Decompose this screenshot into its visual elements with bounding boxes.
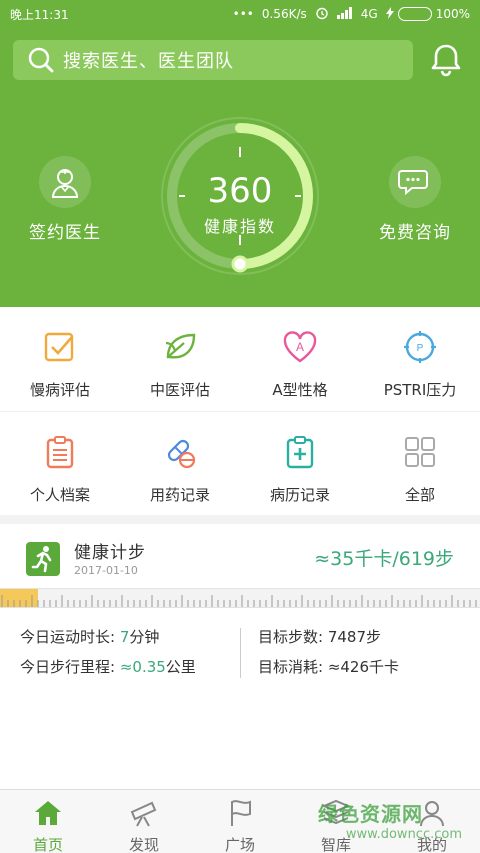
health-score: 360: [207, 171, 273, 211]
stat-duration-unit: 分钟: [129, 628, 160, 646]
alarm-icon: [315, 6, 329, 23]
grid-item-label: A型性格: [272, 381, 328, 399]
grid-item-pstri[interactable]: P PSTRI压力: [360, 307, 480, 411]
tab-mine[interactable]: 我的: [384, 790, 480, 853]
svg-text:A: A: [296, 340, 304, 354]
stat-duration-label: 今日运动时长:: [20, 628, 120, 646]
status-dots: •••: [232, 7, 254, 21]
free-consult-button[interactable]: 免费咨询: [365, 156, 465, 243]
status-network: 4G: [360, 7, 378, 21]
chat-icon: [389, 156, 441, 208]
status-bar: 晚上11:31 ••• 0.56K/s 4G 100%: [0, 0, 480, 28]
grid-item-chronic-eval[interactable]: 慢病评估: [0, 307, 120, 411]
grid-item-label: 病历记录: [269, 486, 330, 504]
doctor-icon: [39, 156, 91, 208]
grid-item-medication[interactable]: 用药记录: [120, 412, 240, 515]
ruler-ticks: [1, 595, 477, 607]
gauge-knob: [231, 255, 249, 273]
stat-distance-unit: 公里: [165, 658, 196, 676]
grid-item-label: 中医评估: [149, 381, 210, 399]
telescope-icon: [130, 801, 157, 827]
stat-distance-label: 今日步行里程:: [20, 658, 120, 676]
grid-item-personal-file[interactable]: 个人档案: [0, 412, 120, 515]
feature-grid: 慢病评估 中医评估 A A型性格 P PSTRI压力 个人档案 用药记录 病历记…: [0, 307, 480, 515]
grid-item-all[interactable]: 全部: [360, 412, 480, 515]
stat-target-calories: 目标消耗: ≈426千卡: [258, 658, 400, 676]
tab-home[interactable]: 首页: [0, 790, 96, 853]
grid-icon: [405, 437, 435, 467]
bell-icon[interactable]: [428, 42, 464, 78]
step-summary: ≈35千卡/619步: [314, 548, 454, 570]
grid-item-label: 全部: [404, 486, 435, 504]
grid-item-label: PSTRI压力: [383, 381, 457, 399]
step-stats: 今日运动时长: 7分钟 今日步行里程: ≈0.35公里 目标步数: 7487步 …: [0, 624, 480, 684]
stat-distance: 今日步行里程: ≈0.35公里: [20, 656, 196, 677]
stat-target-steps: 目标步数: 7487步: [258, 628, 381, 646]
step-title: 健康计步: [74, 543, 146, 563]
running-icon: [26, 542, 60, 576]
checkbox-icon: [44, 332, 74, 362]
heart-a-icon: A: [283, 331, 317, 363]
stat-distance-value: ≈0.35: [119, 658, 166, 676]
tab-square[interactable]: 广场: [192, 790, 288, 853]
battery-icon: [397, 7, 432, 21]
tab-label: 首页: [32, 836, 63, 853]
sign-doctor-label: 签约医生: [29, 223, 101, 243]
tab-label: 发现: [128, 836, 159, 853]
clipboard-icon: [46, 436, 74, 469]
stat-duration: 今日运动时长: 7分钟: [20, 626, 159, 647]
svg-text:P: P: [417, 343, 424, 354]
battery-level: 100%: [435, 7, 470, 21]
step-counter-card[interactable]: 健康计步 2017-01-10 ≈35千卡/619步 今日运动时长: 7分钟 今…: [0, 524, 480, 789]
grid-item-type-a[interactable]: A A型性格: [240, 307, 360, 411]
grid-item-medical-record[interactable]: 病历记录: [240, 412, 360, 515]
tab-think-tank[interactable]: 智库: [288, 790, 384, 853]
search-placeholder: 搜索医生、医生团队: [63, 51, 234, 72]
tab-discover[interactable]: 发现: [96, 790, 192, 853]
free-consult-label: 免费咨询: [379, 223, 451, 243]
pressure-gauge-icon: P: [404, 331, 436, 363]
step-progress-ruler: [0, 588, 480, 608]
grid-item-label: 个人档案: [29, 486, 90, 504]
medical-record-icon: [286, 436, 314, 469]
battery-indicator: 100%: [385, 6, 470, 22]
search-bar[interactable]: 搜索医生、医生团队: [13, 40, 413, 80]
stats-divider: [240, 628, 241, 678]
user-icon: [420, 801, 444, 827]
status-speed: 0.56K/s: [261, 7, 307, 21]
tab-label: 我的: [416, 836, 447, 853]
health-index-label: 健康指数: [203, 217, 276, 236]
step-date: 2017-01-10: [74, 564, 138, 577]
grid-row-2: 个人档案 用药记录 病历记录 全部: [0, 411, 480, 515]
step-header: 健康计步 2017-01-10 ≈35千卡/619步: [26, 538, 466, 578]
bottom-tab-bar: 首页 发现 广场 智库 我的: [0, 789, 480, 853]
grid-item-label: 用药记录: [149, 486, 210, 504]
tab-label: 智库: [320, 836, 351, 853]
stat-duration-value: 7: [119, 628, 130, 646]
status-time: 晚上11:31: [10, 7, 69, 22]
grid-item-tcm-eval[interactable]: 中医评估: [120, 307, 240, 411]
grid-row-1: 慢病评估 中医评估 A A型性格 P PSTRI压力: [0, 307, 480, 411]
header: 搜索医生、医生团队 签约医生 360 健康指数 免费咨询: [0, 28, 480, 307]
charging-icon: [385, 6, 394, 22]
search-icon: [28, 47, 54, 73]
gauge-text: 360 健康指数: [155, 171, 325, 237]
leaf-icon: [165, 333, 196, 359]
sign-doctor-button[interactable]: 签约医生: [15, 156, 115, 243]
signal-icon: [336, 6, 353, 22]
books-icon: [321, 799, 351, 825]
flag-icon: [231, 800, 251, 826]
tab-label: 广场: [224, 836, 255, 853]
pill-icon: [167, 439, 196, 469]
home-icon: [35, 801, 61, 825]
grid-item-label: 慢病评估: [29, 381, 90, 399]
